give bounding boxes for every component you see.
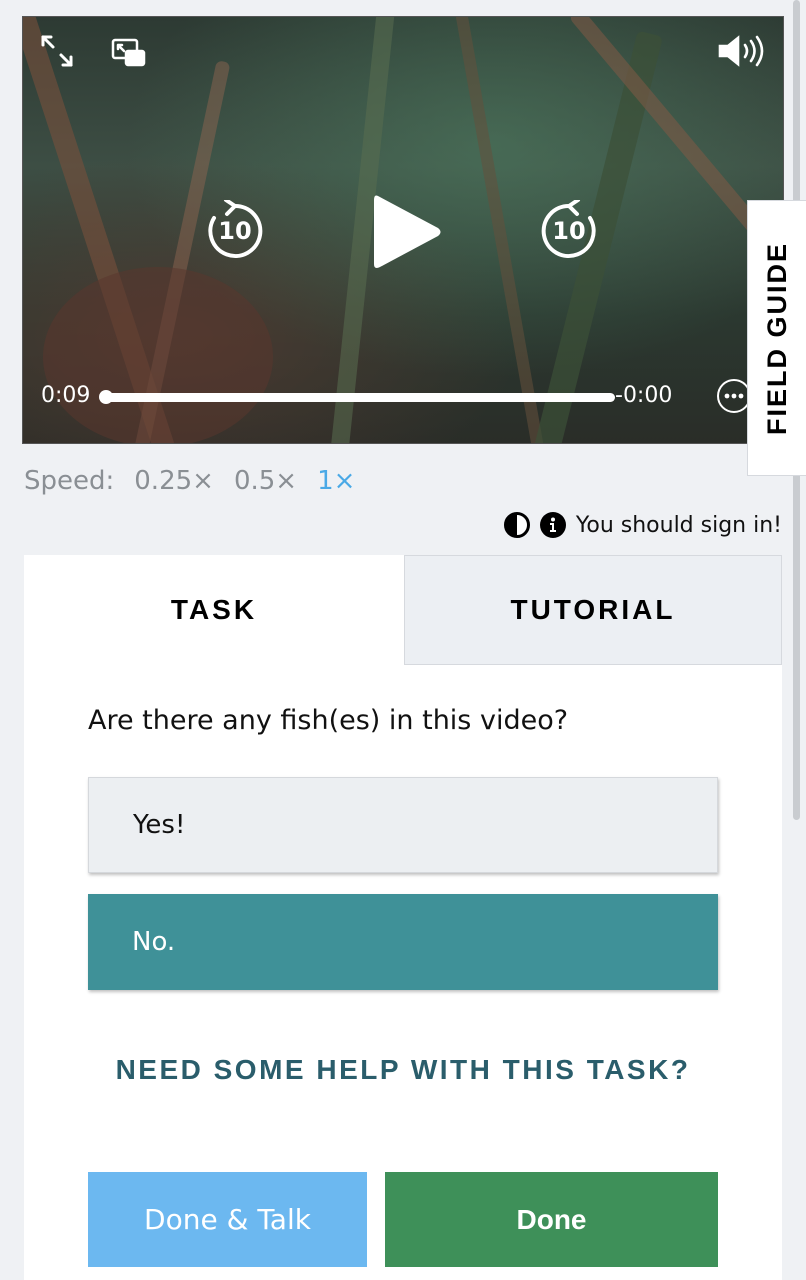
task-panel: TASK TUTORIAL Are there any fish(es) in …: [24, 555, 782, 1280]
info-icon[interactable]: [539, 512, 566, 538]
progress-knob[interactable]: [99, 390, 113, 404]
remaining-time: -0:00: [615, 383, 673, 408]
contrast-icon[interactable]: [503, 512, 530, 538]
done-and-talk-button[interactable]: Done & Talk: [88, 1172, 367, 1267]
answer-no-button[interactable]: No.: [88, 894, 718, 990]
speed-option-1[interactable]: 1×: [317, 466, 355, 496]
progress-bar[interactable]: [99, 390, 615, 404]
task-question: Are there any fish(es) in this video?: [88, 705, 569, 736]
tab-tutorial[interactable]: TUTORIAL: [404, 555, 782, 665]
speed-label: Speed:: [24, 466, 115, 496]
speed-selector: Speed: 0.25× 0.5× 1×: [24, 466, 355, 496]
tab-task[interactable]: TASK: [24, 555, 404, 665]
video-player[interactable]: 10 10 0:09 -0:00: [22, 16, 784, 444]
play-icon[interactable]: [363, 189, 449, 275]
rewind-10-icon[interactable]: 10: [203, 199, 267, 263]
help-link[interactable]: NEED SOME HELP WITH THIS TASK?: [88, 1051, 718, 1089]
field-guide-label: FIELD GUIDE: [762, 241, 793, 435]
rewind-seconds: 10: [218, 217, 252, 245]
forward-10-icon[interactable]: 10: [537, 199, 601, 263]
field-guide-tab[interactable]: FIELD GUIDE: [747, 200, 806, 476]
done-button[interactable]: Done: [385, 1172, 718, 1267]
signin-notice: You should sign in!: [503, 512, 782, 538]
answer-yes-label: Yes!: [133, 810, 186, 840]
forward-seconds: 10: [552, 217, 586, 245]
picture-in-picture-icon[interactable]: [109, 35, 149, 71]
expand-icon[interactable]: [37, 31, 77, 71]
answer-no-label: No.: [132, 927, 176, 957]
signin-message[interactable]: You should sign in!: [576, 513, 782, 538]
more-options-icon[interactable]: [717, 379, 751, 413]
video-scenery: [451, 17, 547, 443]
answer-yes-button[interactable]: Yes!: [88, 777, 718, 873]
speed-option-0-25[interactable]: 0.25×: [134, 466, 214, 496]
speed-option-0-5[interactable]: 0.5×: [234, 466, 297, 496]
current-time: 0:09: [41, 383, 91, 408]
volume-icon[interactable]: [713, 31, 773, 71]
video-scenery: [43, 267, 273, 443]
